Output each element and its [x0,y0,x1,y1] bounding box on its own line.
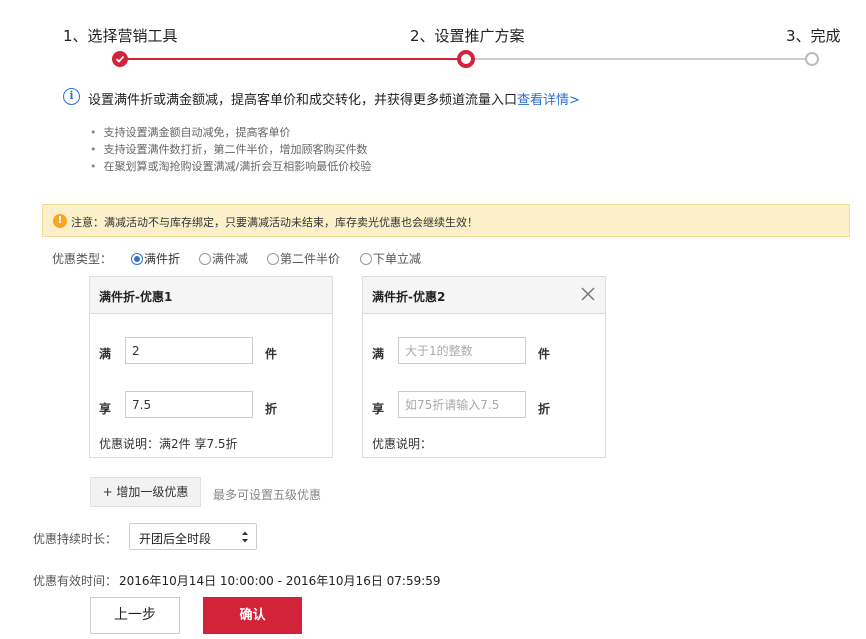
radio-second-half-price[interactable]: 第二件半价 [267,250,340,267]
notice-text: 注意：满减活动不与库存绑定，只要满减活动未结束，库存卖光优惠也会继续生效！ [71,216,478,229]
warning-icon: ! [53,214,67,228]
unit-zhe: 折 [265,402,278,416]
radio-checked-icon [131,252,143,265]
info-text: 设置满件折或满金额减，提高客单价和成交转化，并获得更多频道流量入口查看详情> [88,89,580,108]
discount-rate-input[interactable] [125,391,253,418]
bullet-item: 支持设置满件数打折，第二件半价，增加顾客购买件数 [90,141,371,158]
view-details-link[interactable]: 查看详情> [517,93,580,108]
man-label: 满 [99,347,112,361]
card-title: 满件折-优惠1 [99,290,173,304]
card-header: 满件折-优惠1 [90,277,332,314]
radio-unchecked-icon [267,252,279,265]
discount-rate-input[interactable] [398,391,526,418]
radio-man-jian-jian[interactable]: 满件减 [199,250,248,267]
card-title: 满件折-优惠2 [372,290,446,304]
radio-unchecked-icon [199,252,211,265]
previous-step-button[interactable]: 上一步 [90,597,180,634]
step-1-done-icon [112,51,128,67]
man-label: 满 [372,347,385,361]
info-description: 设置满件折或满金额减，提高客单价和成交转化，并获得更多频道流量入口 [88,93,518,108]
xiang-label: 享 [99,402,112,416]
duration-label: 优惠持续时长： [33,532,118,546]
validity-value: 2016年10月14日 10:00:00 - 2016年10月16日 07:59… [119,574,441,588]
discount-tier-card-2: 满件折-优惠2 满 件 享 折 优惠说明： [362,276,606,458]
step-2-label: 2、设置推广方案 [410,27,525,45]
duration-select[interactable]: 开团后全时段 [129,523,257,550]
add-discount-level-button[interactable]: + 增加一级优惠 [90,477,201,507]
feature-bullets: 支持设置满金额自动减免，提高客单价 支持设置满件数打折，第二件半价，增加顾客购买… [90,124,372,175]
step-3-pending-icon [805,52,819,66]
xiang-label: 享 [372,402,385,416]
radio-instant-discount[interactable]: 下单立减 [360,250,421,267]
bullet-item: 支持设置满金额自动减免，提高客单价 [90,124,371,141]
info-icon: i [63,88,80,105]
unit-jian: 件 [265,347,278,361]
max-levels-tip: 最多可设置五级优惠 [213,488,322,502]
radio-man-jian-zhe[interactable]: 满件折 [131,250,180,267]
notice-banner: ! 注意：满减活动不与库存绑定，只要满减活动未结束，库存卖光优惠也会继续生效！ [42,204,850,237]
tier-description: 优惠说明：满2件 享7.5折 [99,437,238,451]
validity-label: 优惠有效时间： [33,574,118,588]
progress-line-done [120,58,465,60]
unit-zhe: 折 [538,402,551,416]
step-2-current-icon [457,50,475,68]
min-quantity-input[interactable] [398,337,526,364]
step-3-label: 3、完成 [786,27,841,45]
card-header: 满件折-优惠2 [363,277,605,314]
unit-jian: 件 [538,347,551,361]
step-1-label: 1、选择营销工具 [63,27,178,45]
min-quantity-input[interactable] [125,337,253,364]
progress-line-pending [466,58,812,60]
confirm-button[interactable]: 确认 [203,597,302,634]
duration-selected-value: 开团后全时段 [139,532,212,546]
bullet-item: 在聚划算或淘抢购设置满减/满折会互相影响最低价校验 [90,158,372,175]
discount-tier-card-1: 满件折-优惠1 满 件 享 折 优惠说明：满2件 享7.5折 [89,276,333,458]
discount-type-label: 优惠类型： [52,252,113,266]
tier-description: 优惠说明： [372,437,433,451]
select-arrows-icon [242,531,248,543]
close-icon[interactable] [580,286,596,302]
radio-unchecked-icon [360,252,372,265]
